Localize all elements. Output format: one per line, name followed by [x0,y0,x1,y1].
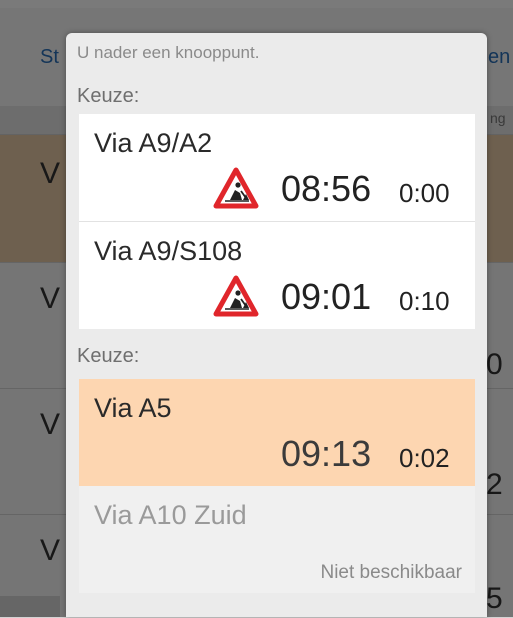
route-label: Via A10 Zuid [94,500,247,530]
choice-heading: Keuze: [77,85,140,107]
availability-status: Niet beschikbaar [320,562,462,583]
dialog-message: U nader een knooppunt. [77,43,260,62]
route-option-a10-zuid: Via A10 Zuid Niet beschikbaar [79,486,475,593]
choice-group: Via A5 09:13 0:02 Via A10 Zuid Niet besc… [79,379,475,593]
arrival-time: 08:56 [281,168,372,209]
roadworks-warning-icon [213,167,259,209]
route-option-a9-s108[interactable]: Via A9/S108 09:01 0:10 [79,222,475,329]
route-label: Via A9/A2 [94,128,213,158]
route-option-a9-a2[interactable]: Via A9/A2 08:56 0:00 [79,114,475,222]
arrival-time: 09:13 [281,433,372,474]
delay-time: 0:02 [399,443,450,473]
route-label: Via A9/S108 [94,236,243,266]
roadworks-warning-icon [213,275,259,317]
junction-choice-dialog: U nader een knooppunt. Keuze: Via A9/A2 … [66,33,487,617]
route-option-a5[interactable]: Via A5 09:13 0:02 [79,379,475,486]
route-label: Via A5 [94,393,172,423]
arrival-time: 09:01 [281,276,372,317]
delay-time: 0:00 [399,178,450,208]
delay-time: 0:10 [399,286,450,316]
choice-heading: Keuze: [77,345,140,367]
choice-group: Via A9/A2 08:56 0:00 Via A9/S108 09:01 0… [79,114,475,329]
